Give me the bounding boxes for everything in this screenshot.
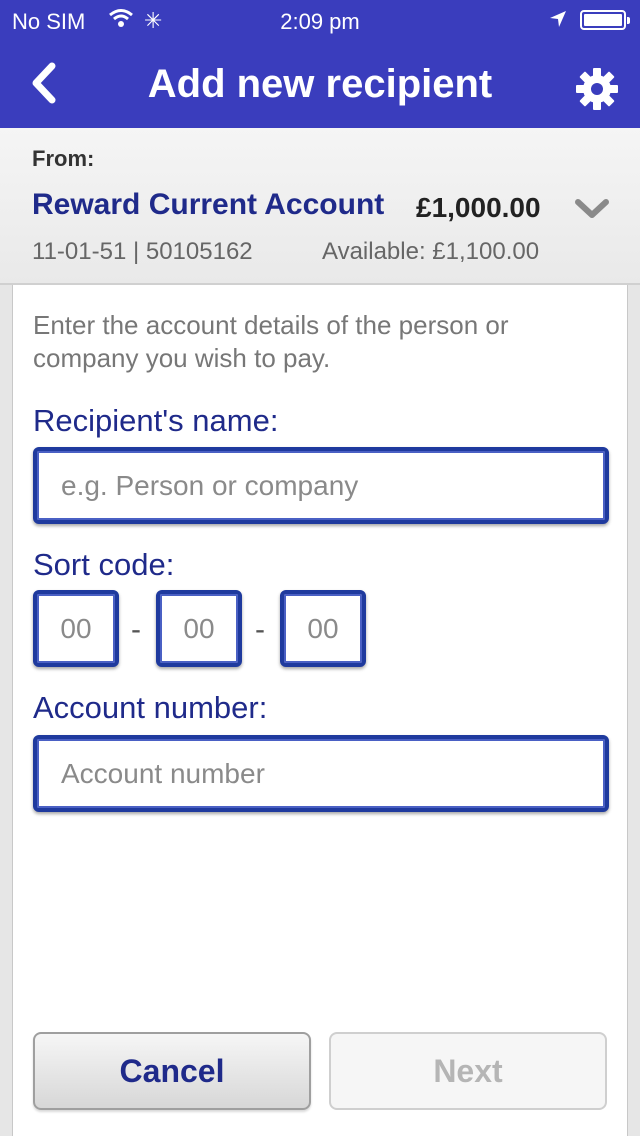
sort-code-label: Sort code: bbox=[33, 547, 175, 582]
status-time: 2:09 pm bbox=[280, 9, 360, 34]
sort-code-account-number: 11-01-51 | 50105162 bbox=[32, 238, 253, 265]
navigation-bar: Add new recipient bbox=[0, 40, 640, 128]
sort-code-field-2[interactable] bbox=[156, 590, 242, 667]
available-balance: Available: £1,100.00 bbox=[322, 238, 540, 265]
sort-code-field-3[interactable] bbox=[280, 590, 366, 667]
account-number-input[interactable] bbox=[33, 735, 609, 812]
from-label: From: bbox=[32, 146, 95, 171]
battery-icon bbox=[580, 10, 630, 30]
location-arrow-icon bbox=[548, 9, 568, 35]
recipient-name-input[interactable] bbox=[33, 447, 609, 524]
cancel-button[interactable]: Cancel bbox=[33, 1032, 311, 1110]
sort-code-separator: - bbox=[131, 613, 141, 646]
sort-code-separator: - bbox=[255, 613, 265, 646]
status-bar: No SIM ✳ 2:09 pm bbox=[0, 0, 640, 40]
next-button[interactable]: Next bbox=[329, 1032, 607, 1110]
sort-code-field-1[interactable] bbox=[33, 590, 119, 667]
account-balance: £1,000.00 bbox=[416, 192, 541, 223]
gear-icon[interactable] bbox=[574, 66, 620, 112]
recipient-form: Enter the account details of the person … bbox=[12, 285, 628, 1136]
page-title: Add new recipient bbox=[147, 62, 493, 106]
form-intro-text: Enter the account details of the person … bbox=[33, 310, 509, 373]
account-number-label: Account number: bbox=[33, 690, 268, 725]
top-bar: No SIM ✳ 2:09 pm Add new recipient bbox=[0, 0, 640, 128]
from-account-selector[interactable]: From: Reward Current Account £1,000.00 1… bbox=[0, 128, 640, 285]
chevron-down-icon[interactable] bbox=[574, 198, 610, 220]
recipient-name-label: Recipient's name: bbox=[33, 403, 279, 438]
account-name: Reward Current Account bbox=[32, 188, 385, 221]
